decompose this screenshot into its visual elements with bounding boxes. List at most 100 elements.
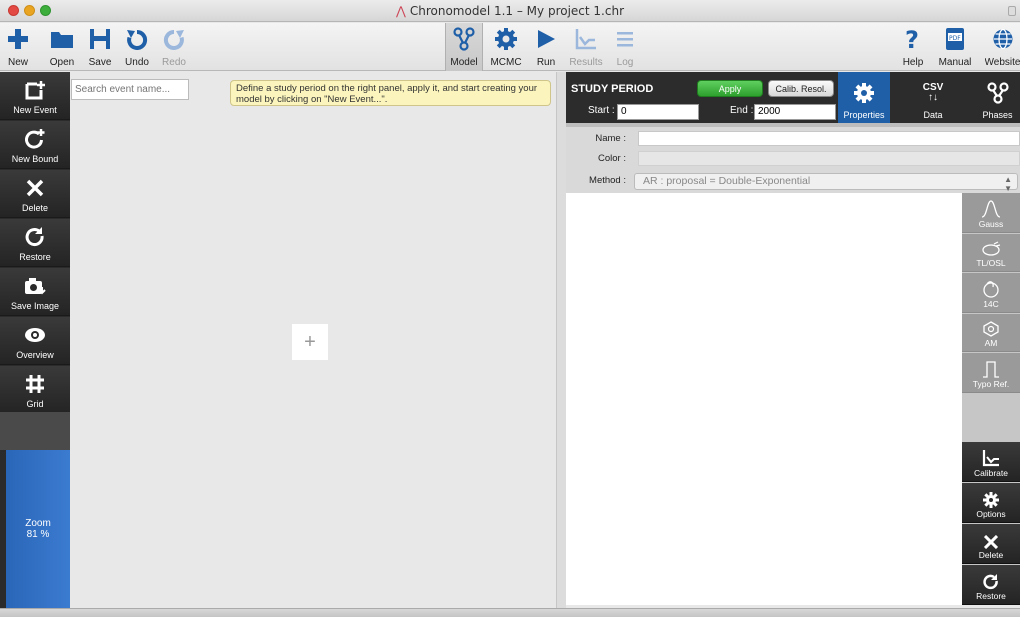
new-label: New bbox=[7, 57, 28, 68]
tlosl-button[interactable]: TL/OSL bbox=[962, 234, 1020, 272]
options-button[interactable]: Options bbox=[962, 483, 1020, 523]
results-tab[interactable]: Results bbox=[568, 23, 604, 71]
manual-label: Manual bbox=[938, 57, 972, 68]
log-label: Log bbox=[616, 57, 634, 68]
bound-icon bbox=[982, 360, 1000, 378]
svg-text:PDF: PDF bbox=[949, 35, 961, 42]
undo-icon bbox=[126, 25, 148, 53]
restore-icon bbox=[25, 224, 45, 250]
new-bound-button[interactable]: New Bound bbox=[0, 121, 70, 169]
restore-icon bbox=[983, 574, 999, 590]
c14-button[interactable]: 14C bbox=[962, 273, 1020, 313]
typo-ref-button[interactable]: Typo Ref. bbox=[962, 353, 1020, 393]
delete-data-button[interactable]: Delete bbox=[962, 524, 1020, 564]
undo-button[interactable]: Undo bbox=[122, 23, 152, 71]
mcmc-label: MCMC bbox=[490, 57, 522, 68]
delete-button[interactable]: Delete bbox=[0, 170, 70, 218]
method-select[interactable]: AR : proposal = Double-Exponential ▲ ▼ bbox=[634, 173, 1018, 193]
am-button[interactable]: AM bbox=[962, 314, 1020, 352]
model-tab[interactable]: Model bbox=[445, 23, 483, 71]
tab-data[interactable]: CSV ↑↓ Data bbox=[910, 72, 956, 123]
calibrate-label: Calibrate bbox=[973, 468, 1009, 478]
gauss-icon bbox=[981, 200, 1001, 218]
open-label: Open bbox=[49, 57, 75, 68]
restore-data-button[interactable]: Restore bbox=[962, 565, 1020, 605]
status-bar bbox=[0, 608, 1020, 617]
toolbar-toggle-button[interactable] bbox=[1008, 6, 1016, 16]
start-input[interactable]: 0 bbox=[617, 104, 699, 120]
new-project-button[interactable]: New bbox=[2, 23, 34, 71]
phases-icon bbox=[986, 78, 1009, 108]
globe-icon bbox=[992, 25, 1014, 53]
add-event-tile[interactable]: + bbox=[292, 324, 328, 360]
window-title: ⋀ Chronomodel 1.1 – My project 1.chr bbox=[396, 4, 624, 18]
minimize-window-button[interactable] bbox=[24, 5, 35, 16]
start-label: Start : bbox=[588, 105, 615, 116]
phases-label: Phases bbox=[982, 110, 1013, 120]
properties-label: Properties bbox=[843, 110, 885, 120]
log-tab[interactable]: Log bbox=[614, 23, 636, 71]
method-value: AR : proposal = Double-Exponential bbox=[643, 175, 811, 187]
gauss-button[interactable]: Gauss bbox=[962, 193, 1020, 233]
end-input[interactable]: 2000 bbox=[754, 104, 836, 120]
delete-data-label: Delete bbox=[978, 550, 1004, 560]
am-label: AM bbox=[984, 338, 998, 348]
model-canvas[interactable]: Define a study period on the right panel… bbox=[70, 72, 556, 608]
model-icon bbox=[452, 25, 476, 53]
mcmc-tab[interactable]: MCMC bbox=[488, 23, 524, 71]
data-list-area[interactable] bbox=[566, 193, 962, 605]
color-picker[interactable] bbox=[638, 151, 1020, 166]
data-label: Data bbox=[923, 110, 943, 120]
help-button[interactable]: ? Help bbox=[899, 23, 927, 71]
search-event-input[interactable] bbox=[71, 79, 189, 100]
grid-button[interactable]: Grid bbox=[0, 366, 70, 414]
name-input[interactable] bbox=[638, 131, 1020, 146]
chart-icon bbox=[982, 449, 1000, 467]
manual-button[interactable]: PDF Manual bbox=[932, 23, 978, 71]
save-image-button[interactable]: Save Image bbox=[0, 268, 70, 316]
redo-button[interactable]: Redo bbox=[160, 23, 188, 71]
list-icon bbox=[616, 25, 634, 53]
panel-splitter[interactable] bbox=[556, 72, 566, 608]
delete-label: Delete bbox=[21, 203, 48, 213]
open-project-button[interactable]: Open bbox=[44, 23, 80, 71]
window-title-text: Chronomodel 1.1 – My project 1.chr bbox=[409, 3, 624, 18]
method-label: Method : bbox=[589, 175, 626, 186]
app-icon: ⋀ bbox=[396, 3, 406, 18]
main-toolbar: New Open Save Undo Redo Model MCMC Run R… bbox=[0, 23, 1020, 71]
folder-icon bbox=[50, 25, 74, 53]
typo-ref-label: Typo Ref. bbox=[972, 379, 1010, 389]
close-icon bbox=[26, 175, 44, 201]
save-image-label: Save Image bbox=[10, 301, 60, 311]
gear-icon bbox=[853, 78, 875, 108]
tlosl-label: TL/OSL bbox=[976, 258, 1006, 268]
window-controls bbox=[8, 5, 51, 16]
gauss-label: Gauss bbox=[978, 219, 1004, 229]
restore-button[interactable]: Restore bbox=[0, 219, 70, 267]
zoom-window-button[interactable] bbox=[40, 5, 51, 16]
c14-label: 14C bbox=[983, 299, 999, 309]
redo-icon bbox=[163, 25, 185, 53]
title-bar: ⋀ Chronomodel 1.1 – My project 1.chr bbox=[0, 0, 1020, 22]
gear-icon bbox=[983, 492, 999, 508]
results-label: Results bbox=[569, 57, 603, 68]
svg-text:?: ? bbox=[905, 26, 919, 52]
tab-properties[interactable]: Properties bbox=[838, 72, 890, 123]
overview-label: Overview bbox=[16, 350, 54, 360]
tab-phases[interactable]: Phases bbox=[975, 72, 1020, 123]
undo-label: Undo bbox=[125, 57, 149, 68]
save-project-button[interactable]: Save bbox=[86, 23, 114, 71]
question-icon: ? bbox=[904, 25, 922, 53]
calibrate-button[interactable]: Calibrate bbox=[962, 442, 1020, 482]
run-button[interactable]: Run bbox=[532, 23, 560, 71]
close-window-button[interactable] bbox=[8, 5, 19, 16]
overview-button[interactable]: Overview bbox=[0, 317, 70, 365]
zoom-slider[interactable]: Zoom 81 % bbox=[6, 450, 70, 608]
gear-icon bbox=[494, 25, 518, 53]
calib-resol-button[interactable]: Calib. Resol. bbox=[768, 80, 834, 97]
apply-button[interactable]: Apply bbox=[697, 80, 763, 97]
website-label: Website bbox=[985, 57, 1020, 68]
website-button[interactable]: Website bbox=[985, 23, 1020, 71]
eye-icon bbox=[24, 322, 46, 348]
new-event-button[interactable]: New Event bbox=[0, 72, 70, 120]
